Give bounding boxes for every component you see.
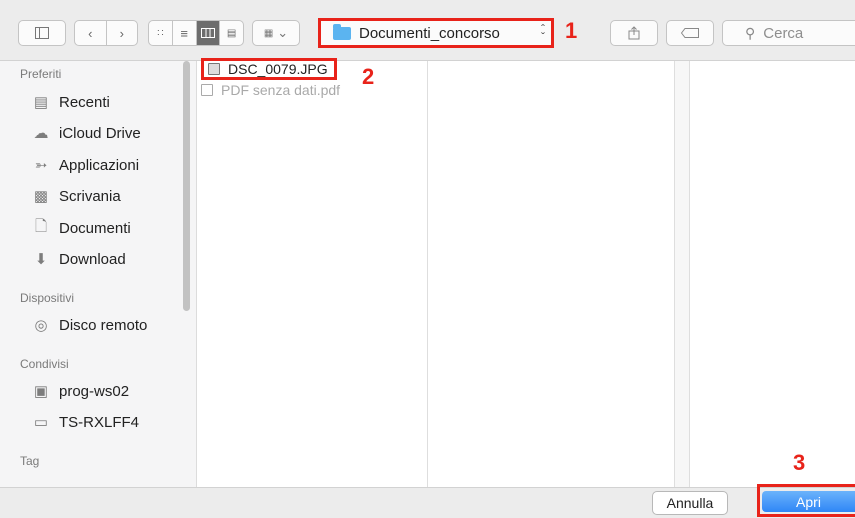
columns-icon	[200, 28, 215, 38]
callout-3: 3	[793, 450, 806, 475]
disc-icon: ◎	[34, 317, 48, 334]
sidebar-item-scrivania[interactable]: ▩ Scrivania	[31, 185, 121, 207]
sidebar-item-label: Applicazioni	[59, 156, 140, 174]
sidebar-item-label: Scrivania	[59, 187, 121, 205]
cover-flow-icon: ▤	[226, 27, 237, 39]
open-button-highlight: Apri	[757, 484, 855, 517]
applications-icon: ➳	[34, 157, 48, 174]
sidebar-item-label: iCloud Drive	[59, 124, 141, 142]
sidebar-header-tag: Tag	[20, 454, 40, 468]
tag-icon	[681, 28, 699, 38]
nav-buttons: ‹ ›	[74, 20, 138, 46]
search-icon: ⚲	[745, 24, 756, 41]
sidebar-item-icloud-drive[interactable]: ☁ iCloud Drive	[31, 122, 141, 144]
share-button[interactable]	[610, 20, 658, 46]
sidebar-item-download[interactable]: ⬇ Download	[31, 248, 126, 270]
path-label: Documenti_concorso	[359, 24, 500, 42]
sidebar-item-recenti[interactable]: ▤ Recenti	[31, 91, 110, 113]
sidebar-item-documenti[interactable]: 🗋 Documenti	[31, 217, 131, 239]
forward-button[interactable]: ›	[107, 21, 138, 45]
file-column-1: DSC_0079.JPG 2 PDF senza dati.pdf	[197, 58, 428, 487]
computer-icon: ▣	[33, 383, 49, 400]
sidebar-item-label: Recenti	[59, 93, 110, 111]
callout-2: 2	[362, 64, 375, 89]
file-item-pdf-senza-dati: PDF senza dati.pdf	[201, 80, 340, 100]
search-field[interactable]: ⚲ Cerca	[722, 20, 855, 46]
file-name: DSC_0079.JPG	[228, 61, 328, 77]
sidebar-header-preferiti: Preferiti	[20, 67, 62, 81]
sidebar-header-condivisi: Condivisi	[20, 357, 69, 371]
chevron-down-icon: ⌄	[277, 25, 289, 40]
sidebar-item-ts-rxlff4[interactable]: ▭ TS-RXLFF4	[31, 411, 139, 433]
sidebar-header-dispositivi: Dispositivi	[20, 291, 75, 305]
toolbar: ‹ › ∷ ≡ ▤ ▦ ⌄ Documenti_concorso ˆˇ 1 ⚲	[0, 0, 855, 61]
search-placeholder: Cerca	[763, 24, 804, 42]
sidebar-icon	[35, 27, 49, 39]
file-column-4	[690, 61, 855, 487]
sidebar-item-disco-remoto[interactable]: ◎ Disco remoto	[31, 314, 147, 336]
cloud-icon: ☁	[33, 125, 49, 142]
sidebar-item-applicazioni[interactable]: ➳ Applicazioni	[31, 154, 139, 176]
callout-1: 1	[565, 18, 578, 43]
cover-flow-button[interactable]: ▤	[220, 21, 243, 45]
grid-icon: ∷	[157, 27, 164, 39]
recents-icon: ▤	[33, 94, 49, 111]
chevron-left-icon: ‹	[88, 25, 93, 41]
file-column-2	[428, 61, 675, 487]
sidebar-item-label: Download	[59, 250, 126, 268]
sidebar-item-label: Disco remoto	[59, 316, 148, 334]
documents-icon: 🗋	[34, 217, 48, 235]
icon-view-button[interactable]: ∷	[149, 21, 173, 45]
display-icon: ▭	[33, 414, 49, 431]
pdf-file-icon	[201, 84, 213, 96]
image-file-icon	[208, 63, 220, 75]
open-button[interactable]: Apri	[762, 491, 855, 512]
chevron-right-icon: ›	[119, 25, 124, 41]
file-item-dsc-0079[interactable]: DSC_0079.JPG	[201, 58, 337, 80]
list-icon: ≡	[180, 25, 188, 41]
column-view-button[interactable]	[196, 21, 221, 45]
updown-chevron-icon: ˆˇ	[541, 22, 545, 44]
path-popup[interactable]: Documenti_concorso ˆˇ	[318, 18, 554, 48]
sidebar-toggle-button[interactable]	[18, 20, 66, 46]
gallery-options-button[interactable]: ▦ ⌄	[252, 20, 300, 46]
sidebar-item-label: prog-ws02	[59, 382, 130, 400]
file-column-3	[675, 61, 690, 487]
cancel-button[interactable]: Annulla	[652, 491, 728, 515]
sidebar-scrollbar[interactable]	[183, 61, 190, 311]
file-name: PDF senza dati.pdf	[221, 82, 341, 98]
list-view-button[interactable]: ≡	[173, 21, 197, 45]
sidebar: Preferiti ▤ Recenti ☁ iCloud Drive ➳ App…	[0, 61, 197, 487]
gallery-grid-icon: ▦	[263, 27, 274, 39]
sidebar-item-label: Documenti	[59, 219, 131, 237]
share-icon	[628, 26, 640, 40]
back-button[interactable]: ‹	[75, 21, 107, 45]
sidebar-item-label: TS-RXLFF4	[59, 413, 140, 431]
view-switcher: ∷ ≡ ▤	[148, 20, 244, 46]
folder-icon	[333, 23, 351, 40]
tag-button[interactable]	[666, 20, 714, 46]
download-icon: ⬇	[34, 251, 48, 268]
sidebar-item-prog-ws02[interactable]: ▣ prog-ws02	[31, 380, 129, 402]
desktop-icon: ▩	[33, 188, 49, 205]
